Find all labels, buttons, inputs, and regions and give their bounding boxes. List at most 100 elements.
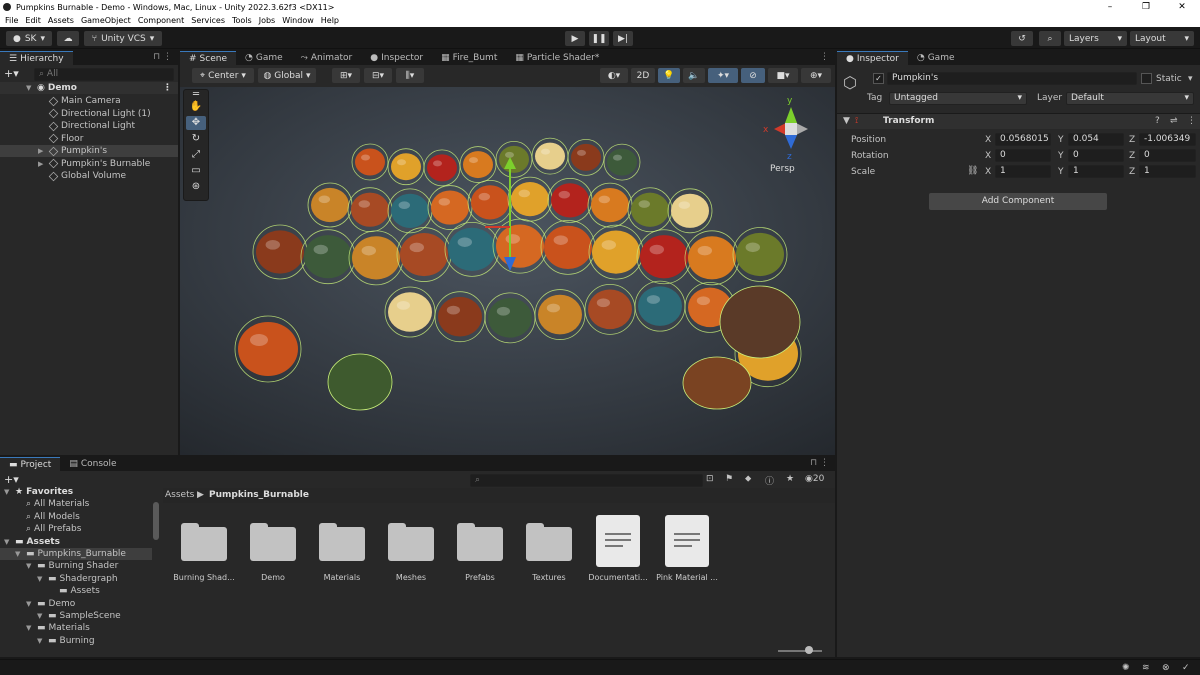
tag-icon[interactable]: ⬥: [745, 474, 751, 484]
project-tree-item[interactable]: ▼ ▬ SampleScene: [0, 610, 152, 622]
tab-fire-bumt[interactable]: ▦ Fire_Bumt: [432, 51, 506, 65]
transform-scale-x[interactable]: 1: [995, 165, 1051, 178]
transform-rotation-z[interactable]: 0: [1139, 149, 1196, 162]
expand-arrow-icon[interactable]: ▼: [15, 550, 23, 558]
help-icon[interactable]: ?: [1155, 116, 1160, 126]
project-tree-item[interactable]: ▼ ★ Favorites: [0, 486, 152, 498]
scene-menu-icon[interactable]: ⋮: [163, 83, 172, 93]
step-button[interactable]: ▶|: [613, 31, 633, 46]
increment-snap-button[interactable]: ⫼▾: [396, 68, 424, 83]
lighting-toggle[interactable]: 💡: [658, 68, 680, 83]
project-tree-item[interactable]: ⌕ All Materials: [0, 498, 152, 510]
network-icon[interactable]: ⊗: [1162, 663, 1170, 673]
lock-icon[interactable]: ⊓ ⋮: [153, 52, 172, 62]
account-button[interactable]: ● SK ▾: [6, 31, 52, 46]
menu-assets[interactable]: Assets: [48, 16, 74, 25]
breadcrumb-assets[interactable]: Assets: [165, 490, 194, 500]
expand-arrow-icon[interactable]: ▼: [26, 600, 34, 608]
layout-dropdown[interactable]: Layout ▾: [1130, 31, 1194, 46]
hierarchy-item[interactable]: Floor: [0, 133, 178, 145]
expand-arrow-icon[interactable]: ▼: [26, 84, 34, 92]
zoom-slider[interactable]: [778, 650, 822, 652]
cloud-button[interactable]: ☁: [57, 31, 79, 46]
2d-toggle[interactable]: 2D: [631, 68, 655, 83]
tab-animator[interactable]: ⤳ Animator: [292, 51, 362, 65]
tab-inspector-2[interactable]: ● Inspector: [361, 51, 432, 65]
hierarchy-item[interactable]: Global Volume: [0, 170, 178, 182]
pivot-dropdown[interactable]: ⌖ Center ▾: [192, 68, 254, 83]
effects-toggle[interactable]: ✦▾: [708, 68, 738, 83]
project-tree-item[interactable]: ▼ ▬ Materials: [0, 622, 152, 634]
active-checkbox[interactable]: ✓: [873, 73, 884, 84]
expand-arrow-icon[interactable]: ▼: [26, 624, 34, 632]
layer-dropdown[interactable]: Default ▾: [1066, 92, 1194, 105]
panel-menu-icon[interactable]: ⋮: [820, 52, 829, 62]
search-by-label-icon[interactable]: ⚑: [725, 474, 733, 484]
hierarchy-item[interactable]: Directional Light: [0, 120, 178, 132]
hierarchy-item[interactable]: Directional Light (1): [0, 108, 178, 120]
snap-button[interactable]: ⊟▾: [364, 68, 392, 83]
transform-position-x[interactable]: 0.0568015: [995, 133, 1051, 146]
gizmos-button[interactable]: ⊕▾: [801, 68, 831, 83]
hierarchy-item[interactable]: ▶ Pumpkin's: [0, 145, 178, 157]
bug-icon[interactable]: ✺: [1122, 663, 1130, 673]
expand-arrow-icon[interactable]: ▼: [843, 116, 850, 126]
static-checkbox[interactable]: [1141, 73, 1152, 84]
draw-mode-button[interactable]: ◐▾: [600, 68, 628, 83]
zoom-slider-handle[interactable]: [805, 646, 813, 654]
menu-help[interactable]: Help: [321, 16, 339, 25]
play-button[interactable]: ▶: [565, 31, 585, 46]
perspective-label[interactable]: Persp: [770, 164, 795, 174]
search-by-type-icon[interactable]: ⊡: [706, 474, 714, 484]
menu-edit[interactable]: Edit: [25, 16, 41, 25]
vcs-button[interactable]: ⑂ Unity VCS ▾: [84, 31, 162, 46]
add-component-button[interactable]: Add Component: [929, 193, 1107, 210]
menu-tools[interactable]: Tools: [232, 16, 252, 25]
transform-header[interactable]: ▼ ⟟ Transform ? ⇌ ⋮: [837, 113, 1200, 129]
info-icon[interactable]: ⓘ: [765, 474, 774, 487]
create-asset-button[interactable]: +▾: [4, 473, 19, 486]
tag-dropdown[interactable]: Untagged ▾: [889, 92, 1027, 105]
chevron-down-icon[interactable]: ▾: [1188, 74, 1193, 84]
transform-rotation-y[interactable]: 0: [1068, 149, 1124, 162]
minimize-button[interactable]: –: [1092, 0, 1128, 14]
transform-scale-y[interactable]: 1: [1068, 165, 1124, 178]
expand-arrow-icon[interactable]: ▼: [37, 637, 45, 645]
star-icon[interactable]: ★: [786, 474, 794, 484]
tab-inspector[interactable]: ● Inspector: [837, 51, 908, 65]
menu-services[interactable]: Services: [191, 16, 225, 25]
tab-console[interactable]: ▤ Console: [60, 457, 125, 471]
tab-project[interactable]: ▬ Project: [0, 457, 61, 471]
panel-menu-icon[interactable]: ⊓ ⋮: [810, 458, 829, 468]
project-tree-item[interactable]: ▼ ▬ Pumpkins_Burnable: [0, 548, 152, 560]
hand-tool-button[interactable]: ✋: [186, 100, 206, 114]
tab-particle-shader[interactable]: ▦ Particle Shader*: [506, 51, 608, 65]
expand-arrow-icon[interactable]: ▼: [37, 575, 45, 583]
scale-tool-button[interactable]: ⤢: [186, 148, 206, 162]
search-button[interactable]: ⌕: [1039, 31, 1061, 46]
expand-arrow-icon[interactable]: ▼: [4, 488, 12, 496]
visibility-toggle[interactable]: ⊘: [741, 68, 765, 83]
expand-arrow-icon[interactable]: ▶: [38, 160, 46, 168]
object-name-field[interactable]: Pumpkin's: [887, 72, 1137, 85]
rotate-tool-button[interactable]: ↻: [186, 132, 206, 146]
scene-viewport[interactable]: x y z Persp: [180, 87, 835, 455]
component-menu-icon[interactable]: ⋮: [1187, 116, 1196, 126]
view-tool-button[interactable]: ═: [186, 90, 206, 100]
transform-tool-button[interactable]: ⊛: [186, 180, 206, 194]
tree-scrollbar[interactable]: [153, 502, 159, 540]
scene-row[interactable]: ▼ ◉ Demo ⋮: [0, 82, 178, 94]
menu-jobs[interactable]: Jobs: [259, 16, 276, 25]
grid-snap-button[interactable]: ⊞▾: [332, 68, 360, 83]
menu-file[interactable]: File: [5, 16, 18, 25]
project-search-input[interactable]: ⌕: [470, 474, 703, 487]
move-tool-button[interactable]: ✥: [186, 116, 206, 130]
constrain-proportions-icon[interactable]: ⛓: [967, 166, 978, 176]
transform-rotation-x[interactable]: 0: [995, 149, 1051, 162]
rect-tool-button[interactable]: ▭: [186, 164, 206, 178]
expand-arrow-icon[interactable]: ▼: [4, 538, 12, 546]
project-tree-item[interactable]: ▼ ▬ Assets: [0, 536, 152, 548]
project-tree-item[interactable]: ⌕ All Prefabs: [0, 523, 152, 535]
project-tree-item[interactable]: ▼ ▬ Demo: [0, 598, 152, 610]
menu-window[interactable]: Window: [282, 16, 314, 25]
